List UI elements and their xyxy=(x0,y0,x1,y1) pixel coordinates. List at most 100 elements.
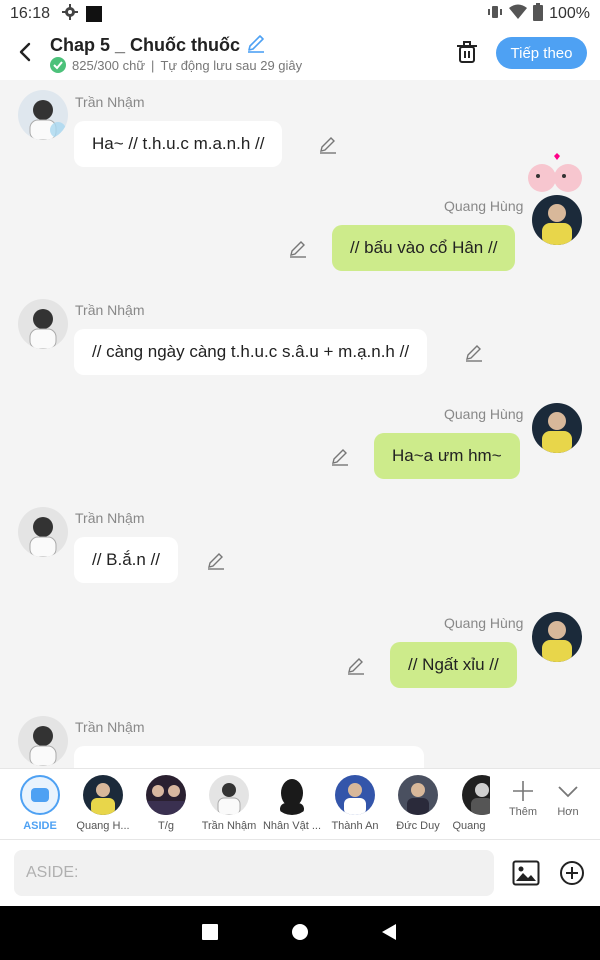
avatar[interactable] xyxy=(532,403,582,453)
pencil-icon xyxy=(348,658,364,675)
add-content-button[interactable] xyxy=(559,860,585,886)
vibrate-icon xyxy=(487,4,503,25)
sticker-decoration xyxy=(524,150,588,202)
next-button[interactable]: Tiếp theo xyxy=(496,37,587,69)
character-label: Quang H... xyxy=(76,820,130,832)
avatar[interactable] xyxy=(18,90,68,140)
message-bubble[interactable] xyxy=(74,746,424,768)
avatar xyxy=(462,775,490,815)
plus-circle-icon xyxy=(560,861,584,885)
sender-name: Trần Nhậm xyxy=(75,302,145,318)
character-label: Quang xyxy=(452,820,486,832)
avatar xyxy=(398,775,438,815)
back-arrow-icon xyxy=(19,42,31,62)
message-bubble[interactable]: Ha~ // t.h.u.c m.a.n.h // xyxy=(74,121,283,167)
character-picker: ASIDE Quang H... T/g Trần Nhậm Nhân Vật … xyxy=(0,768,600,840)
battery-level: 100% xyxy=(549,5,590,22)
chapter-title: Chap 5 _ Chuốc thuốc xyxy=(50,35,241,55)
avatar xyxy=(272,775,312,815)
wifi-icon xyxy=(509,4,528,25)
character-label: Trần Nhậm xyxy=(201,820,257,832)
pencil-icon xyxy=(332,449,348,466)
character-tran-nham[interactable]: Trần Nhậm xyxy=(198,775,260,832)
status-bar: 16:18 100% xyxy=(0,0,600,28)
back-nav-button[interactable] xyxy=(380,923,398,946)
message-bubble[interactable]: Ha~a ưm hm~ xyxy=(374,433,520,479)
battery-icon xyxy=(533,2,544,26)
edit-message-button[interactable] xyxy=(464,343,484,363)
sender-name: Quang Hùng xyxy=(444,615,524,631)
chat-area[interactable]: Trần Nhậm Ha~ // t.h.u.c m.a.n.h // Quan… xyxy=(0,80,600,768)
character-label: T/g xyxy=(158,820,174,832)
character-label: ASIDE xyxy=(23,820,57,832)
edit-message-button[interactable] xyxy=(288,239,308,259)
aside-icon xyxy=(20,775,60,815)
home-button[interactable] xyxy=(291,923,309,946)
character-label: Đức Duy xyxy=(396,820,440,832)
square-icon xyxy=(202,924,218,940)
trash-icon xyxy=(457,41,477,63)
subtitle-separator: | xyxy=(151,57,155,73)
message-bubble[interactable]: // càng ngày càng t.h.u.c s.â.u + m.ạ.n.… xyxy=(74,329,428,375)
avatar[interactable] xyxy=(532,612,582,662)
saved-check-icon xyxy=(50,57,66,73)
character-label: Nhân Vật ... xyxy=(262,820,322,832)
pencil-icon xyxy=(208,553,224,570)
plus-icon xyxy=(513,781,533,801)
add-character-button[interactable]: Thêm xyxy=(503,779,543,818)
image-icon xyxy=(512,860,540,886)
pencil-icon xyxy=(466,345,482,362)
editor-header: Chap 5 _ Chuốc thuốc 825/300 chữ | Tự độ… xyxy=(0,28,600,80)
chevron-down-icon xyxy=(558,786,578,798)
more-characters-button[interactable]: Hơn xyxy=(548,779,588,818)
more-label: Hơn xyxy=(557,806,579,818)
composer xyxy=(0,840,600,906)
pencil-icon xyxy=(248,35,265,53)
delete-button[interactable] xyxy=(455,40,479,64)
sender-name: Trần Nhậm xyxy=(75,94,145,110)
avatar[interactable] xyxy=(18,299,68,349)
avatar[interactable] xyxy=(18,716,68,766)
sender-name: Trần Nhậm xyxy=(75,510,145,526)
status-time: 16:18 xyxy=(10,5,51,22)
avatar xyxy=(146,775,186,815)
notification-icon xyxy=(86,6,103,22)
add-character-label: Thêm xyxy=(508,806,538,818)
edit-message-button[interactable] xyxy=(346,656,366,676)
edit-message-button[interactable] xyxy=(206,551,226,571)
triangle-back-icon xyxy=(382,924,396,940)
pencil-icon xyxy=(290,241,306,258)
character-label: Thành An xyxy=(331,820,379,832)
system-nav-bar xyxy=(0,906,600,960)
edit-message-button[interactable] xyxy=(318,135,338,155)
edit-message-button[interactable] xyxy=(330,447,350,467)
character-quang[interactable]: Quang xyxy=(448,775,490,832)
edit-title-button[interactable] xyxy=(246,33,266,58)
autosave-status: Tự động lưu sau 29 giây xyxy=(160,57,303,73)
message-bubble[interactable]: // bấu vào cổ Hân // xyxy=(332,225,516,271)
character-duc-duy[interactable]: Đức Duy xyxy=(387,775,449,832)
avatar xyxy=(209,775,249,815)
avatar xyxy=(83,775,123,815)
settings-icon xyxy=(62,3,79,25)
character-thanh-an[interactable]: Thành An xyxy=(324,775,386,832)
recents-button[interactable] xyxy=(202,923,218,946)
character-aside[interactable]: ASIDE xyxy=(9,775,71,832)
message-bubble[interactable]: // B.ắ.n // xyxy=(74,537,179,583)
sender-name: Quang Hùng xyxy=(444,198,524,214)
back-button[interactable] xyxy=(14,40,38,64)
sender-name: Quang Hùng xyxy=(444,406,524,422)
insert-image-button[interactable] xyxy=(512,860,540,886)
avatar xyxy=(335,775,375,815)
character-quang-hung[interactable]: Quang H... xyxy=(72,775,134,832)
message-input[interactable] xyxy=(14,850,494,896)
character-nhan-vat[interactable]: Nhân Vật ... xyxy=(261,775,323,832)
avatar[interactable] xyxy=(532,195,582,245)
circle-icon xyxy=(292,924,308,940)
sender-name: Trần Nhậm xyxy=(75,719,145,735)
word-count: 825/300 chữ xyxy=(72,57,146,73)
message-bubble[interactable]: // Ngất xỉu // xyxy=(390,642,517,688)
avatar[interactable] xyxy=(18,507,68,557)
pencil-icon xyxy=(320,137,336,154)
character-tg[interactable]: T/g xyxy=(135,775,197,832)
